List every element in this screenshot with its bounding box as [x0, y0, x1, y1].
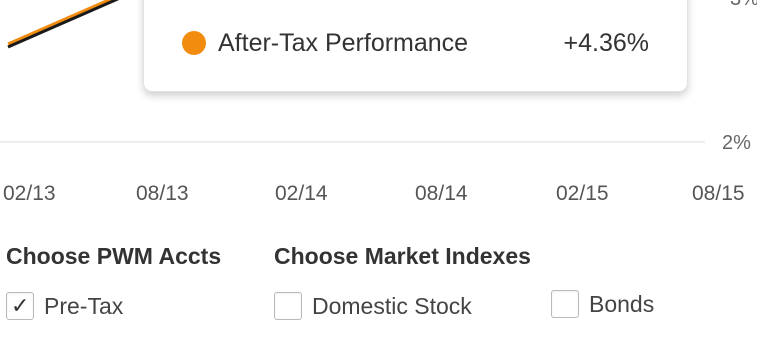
performance-chart: 3% 2% After-Tax Performance +4.36%: [0, 0, 757, 170]
x-tick-label: 02/13: [3, 182, 56, 205]
checkbox-bonds[interactable]: Bonds: [551, 290, 654, 318]
pwm-accounts-title: Choose PWM Accts: [6, 243, 222, 269]
market-indexes-title: Choose Market Indexes: [274, 243, 531, 269]
checkmark-icon: ✓: [11, 293, 30, 318]
x-tick-label: 08/13: [136, 182, 189, 205]
bonds-checkbox[interactable]: [551, 290, 579, 318]
tooltip-series-label: After-Tax Performance: [218, 28, 469, 57]
series-dot-icon: [182, 31, 206, 55]
pre-tax-line: [7, 0, 120, 49]
domestic-stock-checkbox[interactable]: [274, 292, 302, 320]
pre-tax-checkbox[interactable]: ✓: [6, 292, 34, 320]
tooltip-series-value: +4.36%: [563, 28, 650, 57]
y-tick-top: 3%: [730, 0, 757, 11]
x-tick-label: 08/15: [692, 182, 745, 205]
x-tick-label: 02/14: [275, 182, 328, 205]
pre-tax-label[interactable]: Pre-Tax: [44, 293, 123, 320]
y-tick-2pct: 2%: [722, 132, 751, 154]
x-tick-label: 02/15: [556, 182, 609, 205]
x-tick-label: 08/14: [415, 182, 468, 205]
domestic-stock-label[interactable]: Domestic Stock: [312, 293, 472, 320]
bonds-label[interactable]: Bonds: [589, 291, 654, 318]
checkbox-pre-tax[interactable]: ✓ Pre-Tax: [6, 292, 123, 320]
tooltip-row-after-tax: After-Tax Performance +4.36%: [182, 26, 649, 60]
checkbox-domestic-stock[interactable]: Domestic Stock: [274, 292, 472, 320]
x-axis: 02/13 08/13 02/14 08/14 02/15 08/15: [0, 182, 757, 212]
chart-tooltip: After-Tax Performance +4.36%: [143, 0, 688, 92]
